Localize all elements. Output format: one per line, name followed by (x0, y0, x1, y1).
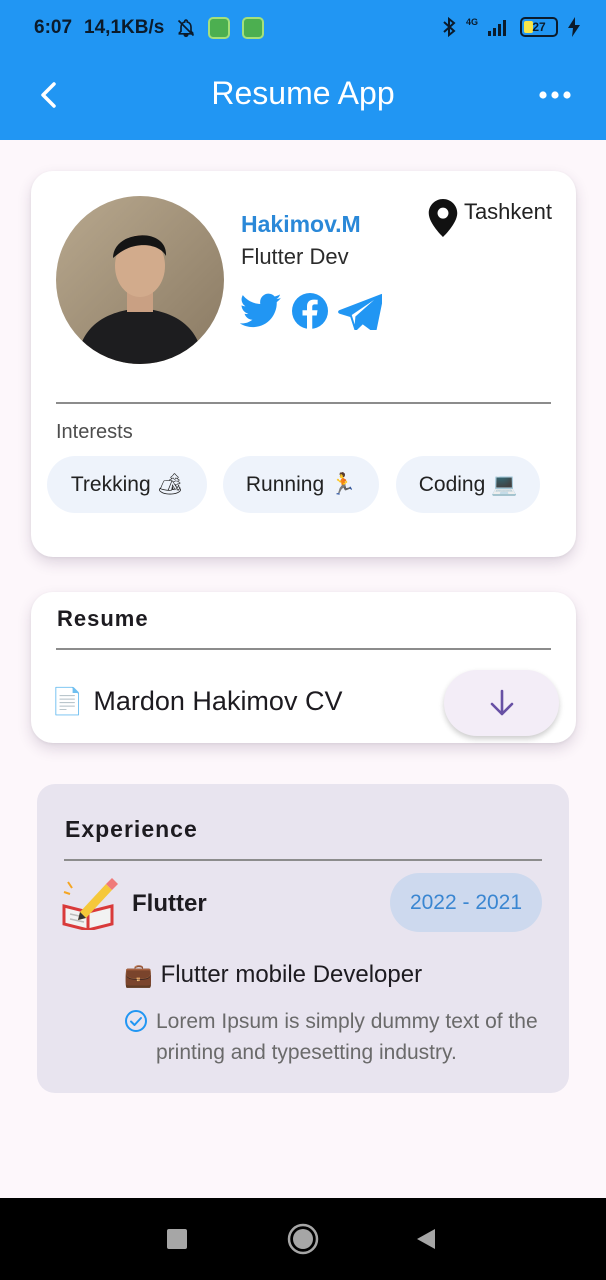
profile-divider (56, 402, 551, 404)
status-time: 6:07 (34, 17, 73, 38)
resume-title: Resume (57, 606, 149, 631)
location-label: Tashkent (463, 199, 552, 224)
document-icon: 📄 (51, 686, 84, 716)
resume-divider (56, 648, 551, 650)
check-circle-icon (125, 1010, 147, 1032)
notification-app-icon (242, 17, 265, 39)
twitter-icon[interactable] (240, 293, 282, 329)
app-title: Resume App (211, 75, 395, 111)
location: Tashkent (428, 199, 552, 237)
memo-icon (62, 878, 118, 930)
experience-divider (64, 859, 542, 861)
back-nav-icon[interactable] (415, 1227, 437, 1251)
profile-name: Hakimov.M (241, 211, 361, 237)
job-title: 💼 Flutter mobile Developer (124, 961, 422, 989)
experience-card: Experience Flutter 2022 - 2021 💼 Flutter… (37, 784, 569, 1093)
download-arrow-icon (490, 689, 513, 716)
download-button[interactable] (444, 670, 559, 736)
recents-icon[interactable] (166, 1228, 188, 1250)
signal-icon (488, 20, 506, 36)
profile-card: Hakimov.M Flutter Dev Tashkent Interests… (31, 171, 576, 557)
location-pin-icon (428, 199, 458, 237)
interest-chip[interactable]: Trekking 🏕 (47, 456, 207, 513)
app-bar: Resume App (0, 58, 606, 140)
more-options-icon[interactable] (538, 80, 572, 110)
navigation-bar (0, 1198, 606, 1280)
interest-chip[interactable]: Coding 💻 (396, 456, 540, 513)
battery-icon: 27 (520, 17, 558, 37)
avatar (56, 196, 224, 364)
facebook-icon[interactable] (292, 293, 328, 329)
briefcase-icon: 💼 (124, 961, 153, 988)
home-icon[interactable] (287, 1223, 319, 1255)
job-description: Lorem Ipsum is simply dummy text of the … (124, 1006, 544, 1068)
experience-years-badge: 2022 - 2021 (390, 873, 542, 932)
interests-label: Interests (56, 421, 133, 443)
experience-title: Experience (65, 816, 198, 842)
notification-app-icon (208, 17, 231, 39)
experience-name: Flutter (132, 890, 207, 917)
status-bar: 6:07 14,1KB/s 4G 27 (0, 0, 606, 58)
bell-off-icon (178, 19, 195, 38)
battery-level: 27 (532, 20, 546, 34)
status-speed: 14,1KB/s (84, 17, 165, 38)
profile-role: Flutter Dev (241, 244, 349, 269)
interest-chip[interactable]: Running 🏃 (223, 456, 379, 513)
social-links (240, 292, 382, 330)
bluetooth-icon (443, 16, 456, 38)
charging-icon (568, 17, 580, 37)
job-description-text: Lorem Ipsum is simply dummy text of the … (156, 1010, 538, 1064)
cv-file-name: Mardon Hakimov CV (93, 686, 343, 716)
cv-file[interactable]: 📄 Mardon Hakimov CV (51, 686, 342, 717)
job-title-text: Flutter mobile Developer (160, 961, 423, 988)
telegram-icon[interactable] (338, 292, 382, 330)
resume-card: Resume 📄 Mardon Hakimov CV (31, 592, 576, 743)
network-label: 4G (465, 17, 478, 27)
